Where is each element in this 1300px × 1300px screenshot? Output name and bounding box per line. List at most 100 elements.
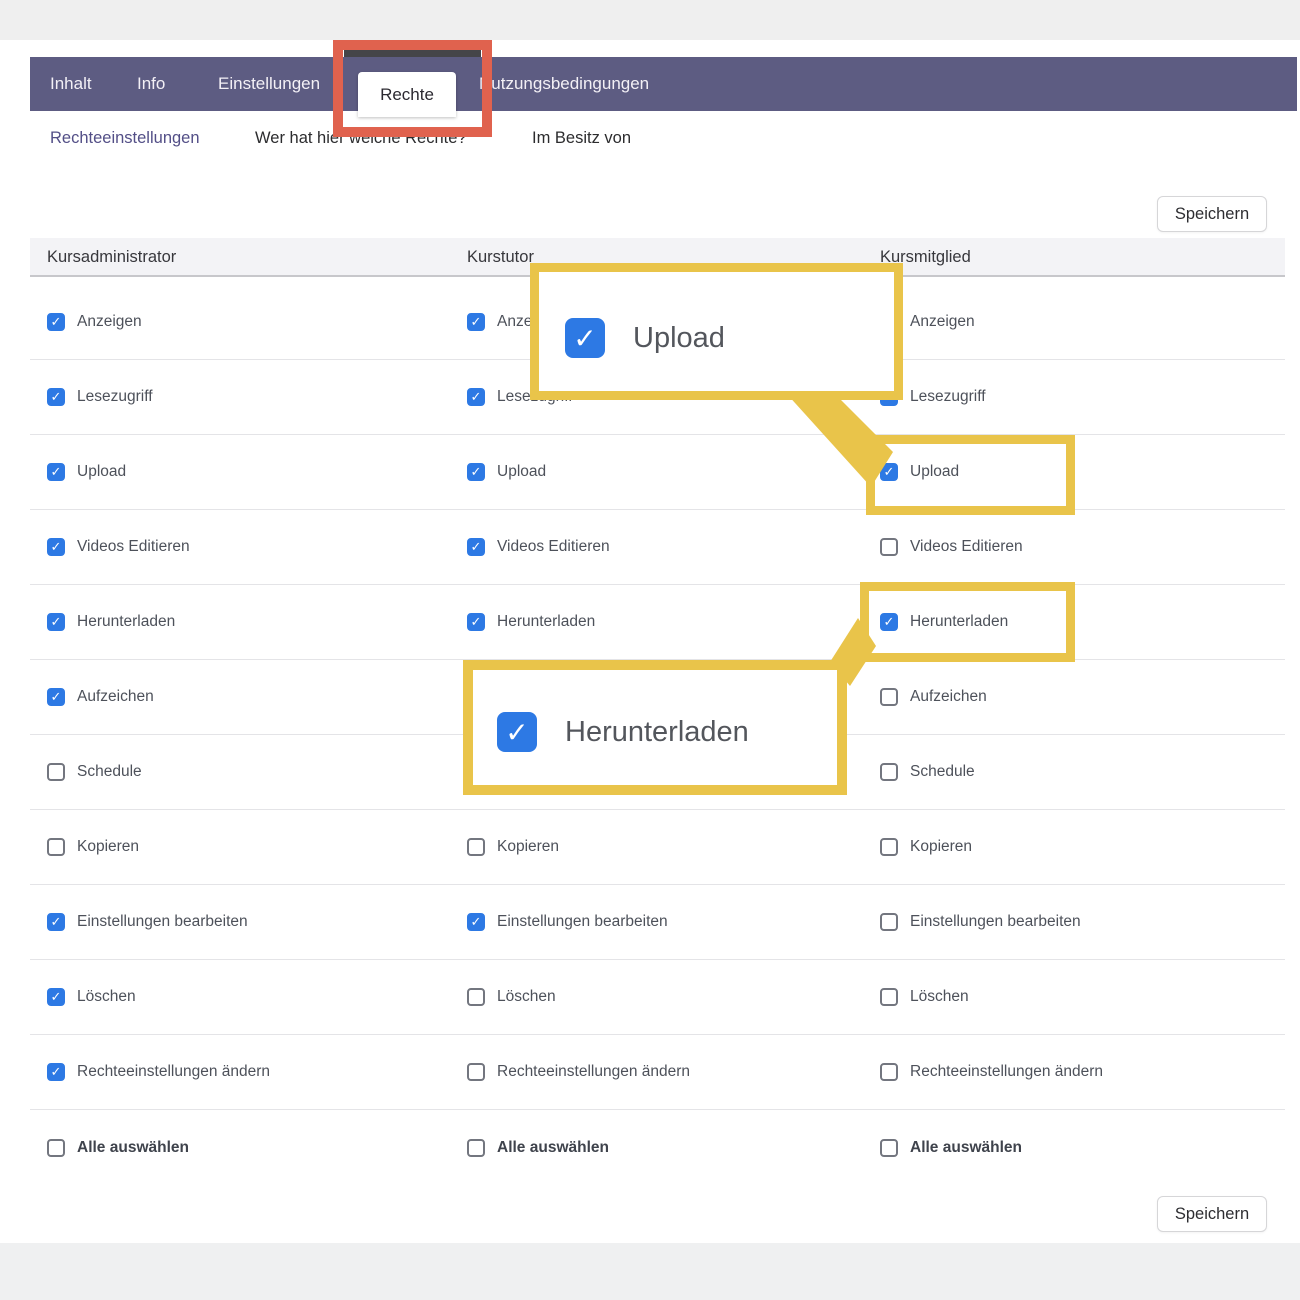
checkbox-label: Herunterladen — [77, 613, 175, 631]
checkbox-kurstutor-kopieren[interactable] — [467, 838, 485, 856]
checkbox-kursadministrator-anzeigen[interactable]: ✓ — [47, 313, 65, 331]
permission-cell: ✓Rechteeinstellungen ändern — [47, 1035, 270, 1109]
table-row-upload: ✓Upload✓Upload✓Upload — [30, 435, 1285, 510]
checkbox-label: Anzeigen — [910, 313, 975, 331]
checkbox-label: Upload — [77, 463, 126, 481]
permission-cell: Löschen — [880, 960, 969, 1034]
subnav-im-besitz-von[interactable]: Im Besitz von — [532, 126, 631, 150]
permission-cell: ✓ Herunterladen — [47, 585, 175, 659]
tab-inhalt[interactable]: Inhalt — [50, 57, 92, 111]
herunterladen-zoom-callout: ✓ Herunterladen — [463, 660, 847, 795]
rechte-tab-highlight-box — [333, 40, 492, 137]
checkbox-kursmitglied-l-schen[interactable] — [880, 988, 898, 1006]
permission-cell: ✓ Lesezugriff — [47, 360, 153, 434]
checkbox-label: Schedule — [77, 763, 142, 781]
checkbox-label: Löschen — [77, 988, 136, 1006]
table-row-herunterladen: ✓Herunterladen✓Herunterladen✓Herunterlad… — [30, 585, 1285, 660]
herunterladen-zoom-checkbox-checked: ✓ — [497, 712, 537, 752]
checkbox-kursmitglied-aufzeichen[interactable] — [880, 688, 898, 706]
checkbox-kursadministrator-schedule[interactable] — [47, 763, 65, 781]
checkbox-kurstutor-lesezugriff[interactable]: ✓ — [467, 388, 485, 406]
checkbox-kurstutor-anzeigen[interactable]: ✓ — [467, 313, 485, 331]
permission-cell: Schedule — [880, 735, 975, 809]
subnav-rechteeinstellungen[interactable]: Rechteeinstellungen — [50, 126, 200, 150]
checkbox-label: Herunterladen — [497, 613, 595, 631]
tab-nutzungsbedingungen[interactable]: Nutzungsbedingungen — [479, 57, 649, 111]
table-row-alle-ausw-hlen: Alle auswählenAlle auswählenAlle auswähl… — [30, 1110, 1285, 1185]
table-row-l-schen: ✓LöschenLöschenLöschen — [30, 960, 1285, 1035]
table-row-videos-editieren: ✓ Videos Editieren ✓ Videos Editieren Videos… — [30, 510, 1285, 585]
permission-cell: Alle auswählen — [467, 1110, 609, 1185]
checkbox-kursmitglied-kopieren[interactable] — [880, 838, 898, 856]
checkbox-label: Kopieren — [77, 838, 139, 856]
checkbox-kurstutor-upload[interactable]: ✓ — [467, 463, 485, 481]
checkbox-kursadministrator-herunterladen[interactable]: ✓ — [47, 613, 65, 631]
checkbox-kurstutor-l-schen[interactable] — [467, 988, 485, 1006]
main-tab-bar: Inhalt Info Einstellungen Rechte Nutzung… — [30, 57, 1297, 111]
checkbox-kursmitglied-alle-ausw-hlen[interactable] — [880, 1139, 898, 1157]
checkbox-label: Upload — [497, 463, 546, 481]
checkbox-label: Videos Editieren — [910, 538, 1023, 556]
checkbox-label: Rechteeinstellungen ändern — [497, 1063, 690, 1081]
permission-cell: ✓ Anzeigen — [47, 285, 142, 359]
permission-cell: Rechteeinstellungen ändern — [880, 1035, 1103, 1109]
checkbox-label: Videos Editieren — [497, 538, 610, 556]
permission-cell: ✓ Einstellungen bearbeiten — [47, 885, 248, 959]
permission-cell: Aufzeichen — [880, 660, 987, 734]
checkbox-kursadministrator-aufzeichen[interactable]: ✓ — [47, 688, 65, 706]
table-row-einstellungen-bearbeiten: ✓ Einstellungen bearbeiten ✓ Einstellungen … — [30, 885, 1285, 960]
checkbox-kursadministrator-upload[interactable]: ✓ — [47, 463, 65, 481]
checkbox-label: Einstellungen bearbeiten — [77, 913, 248, 931]
upload-zoom-callout: ✓ Upload — [530, 263, 903, 400]
save-button-bottom[interactable]: Speichern — [1157, 1196, 1267, 1232]
checkbox-kursadministrator-einstellungen-bearbeiten[interactable]: ✓ — [47, 913, 65, 931]
tab-einstellungen[interactable]: Einstellungen — [218, 57, 320, 111]
permission-cell: Schedule — [47, 735, 142, 809]
checkbox-kursadministrator-alle-ausw-hlen[interactable] — [47, 1139, 65, 1157]
checkbox-label: Alle auswählen — [910, 1139, 1022, 1157]
checkbox-label: Videos Editieren — [77, 538, 190, 556]
checkbox-kurstutor-herunterladen[interactable]: ✓ — [467, 613, 485, 631]
permission-cell: ✓Aufzeichen — [47, 660, 154, 734]
page-top-strip — [0, 0, 1300, 40]
permission-cell: Videos Editieren — [880, 510, 1023, 584]
checkbox-kursadministrator-videos-editieren[interactable]: ✓ — [47, 538, 65, 556]
permission-cell: ✓Einstellungen bearbeiten — [467, 885, 668, 959]
checkbox-kurstutor-einstellungen-bearbeiten[interactable]: ✓ — [467, 913, 485, 931]
checkbox-kursmitglied-videos-editieren[interactable] — [880, 538, 898, 556]
column-header-kurstutor: Kurstutor — [467, 238, 534, 277]
checkbox-kursadministrator-l-schen[interactable]: ✓ — [47, 988, 65, 1006]
checkbox-kursmitglied-schedule[interactable] — [880, 763, 898, 781]
checkbox-kurstutor-alle-ausw-hlen[interactable] — [467, 1139, 485, 1157]
checkbox-kurstutor-rechteeinstellungen-ndern[interactable] — [467, 1063, 485, 1081]
herunterladen-row-highlight-box — [860, 582, 1075, 662]
upload-zoom-label: Upload — [633, 322, 725, 355]
permission-cell: ✓ Upload — [47, 435, 126, 509]
checkbox-kursadministrator-rechteeinstellungen-ndern[interactable]: ✓ — [47, 1063, 65, 1081]
table-row-rechteeinstellungen-ndern: ✓Rechteeinstellungen ändernRechteeinstel… — [30, 1035, 1285, 1110]
table-row-kopieren: KopierenKopierenKopieren — [30, 810, 1285, 885]
permission-cell: Kopieren — [467, 810, 559, 884]
upload-zoom-checkbox-checked: ✓ — [565, 318, 605, 358]
checkbox-label: Lesezugriff — [77, 388, 153, 406]
checkbox-label: Schedule — [910, 763, 975, 781]
checkbox-label: Rechteeinstellungen ändern — [910, 1063, 1103, 1081]
save-button-top[interactable]: Speichern — [1157, 196, 1267, 232]
column-header-kursadministrator: Kursadministrator — [47, 238, 176, 277]
checkbox-kursadministrator-kopieren[interactable] — [47, 838, 65, 856]
permission-cell: Kopieren — [47, 810, 139, 884]
herunterladen-zoom-label: Herunterladen — [565, 716, 749, 749]
permission-cell: Einstellungen bearbeiten — [880, 885, 1081, 959]
checkbox-label: Einstellungen bearbeiten — [910, 913, 1081, 931]
checkbox-kursmitglied-einstellungen-bearbeiten[interactable] — [880, 913, 898, 931]
permission-cell: ✓ Upload — [467, 435, 546, 509]
permission-cell: Alle auswählen — [880, 1110, 1022, 1185]
tab-info[interactable]: Info — [137, 57, 165, 111]
checkbox-kursmitglied-rechteeinstellungen-ndern[interactable] — [880, 1063, 898, 1081]
checkbox-label: Löschen — [910, 988, 969, 1006]
checkbox-kursadministrator-lesezugriff[interactable]: ✓ — [47, 388, 65, 406]
upload-row-highlight-box — [866, 435, 1075, 515]
checkbox-label: Lesezugriff — [910, 388, 986, 406]
checkbox-label: Anzeigen — [77, 313, 142, 331]
checkbox-kurstutor-videos-editieren[interactable]: ✓ — [467, 538, 485, 556]
